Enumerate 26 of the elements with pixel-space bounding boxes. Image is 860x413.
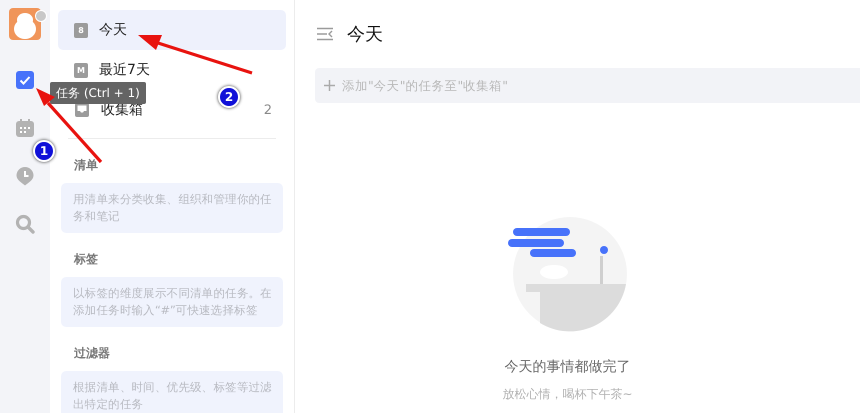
search-icon[interactable] xyxy=(15,214,35,234)
hint-card: 用清单来分类收集、组织和管理你的任务和笔记 xyxy=(61,183,283,233)
empty-state-title: 今天的事情都做完了 xyxy=(504,358,630,376)
checkbox-icon[interactable] xyxy=(15,70,35,90)
calendar-day-icon: 8 xyxy=(74,22,88,38)
add-task-field[interactable]: 添加"今天"的任务至"收集箱" xyxy=(340,77,860,94)
section-title: 清单 xyxy=(73,157,99,174)
add-task-bar[interactable]: 添加"今天"的任务至"收集箱" xyxy=(315,68,860,103)
empty-state-subtitle: 放松心情，喝杯下午茶~ xyxy=(502,386,633,403)
inbox-icon xyxy=(74,102,90,118)
sidebar-item[interactable]: 8 今天 xyxy=(58,10,286,50)
plus-icon xyxy=(324,80,335,91)
hint-card: 以标签的维度展示不同清单的任务。在添加任务时输入“#”可快速选择标签 xyxy=(61,277,283,327)
step-number-badge: 2 xyxy=(218,86,240,108)
sidebar-item[interactable]: M 最近7天 xyxy=(58,59,286,81)
status-dot-icon xyxy=(35,10,47,22)
calendar-icon[interactable] xyxy=(15,118,35,138)
calendar-week-icon: M xyxy=(74,62,88,78)
tooltip: 任务 (Ctrl + 1) xyxy=(50,82,146,104)
page-title: 今天 xyxy=(347,23,383,46)
hint-card: 根据清单、时间、优先级、标签等过滤出特定的任务 xyxy=(61,371,283,413)
section-title: 标签 xyxy=(72,251,99,268)
location-pin-icon[interactable] xyxy=(15,166,35,186)
avatar[interactable] xyxy=(9,8,41,40)
collapse-menu-icon[interactable] xyxy=(317,27,333,41)
section-title: 过滤器 xyxy=(73,345,111,362)
